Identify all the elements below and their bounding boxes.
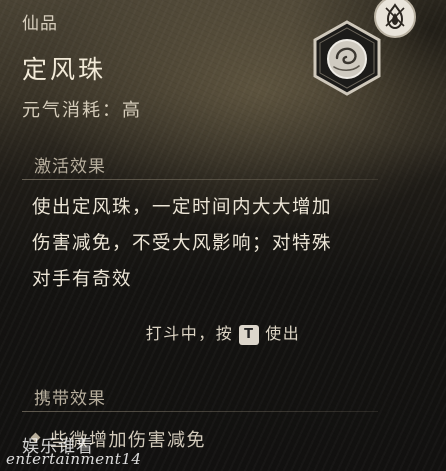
activate-desc-line: 伤害减免，不受大风影响；对特殊 (32, 233, 333, 254)
activate-desc-line: 对手有奇效 (32, 269, 133, 290)
section-divider (22, 179, 378, 180)
energy-cost: 元气消耗：高 (22, 96, 142, 122)
usage-hint-suffix: 使出 (265, 324, 301, 343)
usage-hint-prefix: 打斗中，按 (145, 324, 234, 343)
activate-effect-description: 使出定风珠，一定时间内大大增加 伤害减免，不受大风影响；对特殊 对手有奇效 (32, 190, 382, 298)
wind-pearl-icon (309, 20, 385, 96)
item-tier: 仙品 (22, 14, 58, 34)
watermark-en: entertainment14 (6, 450, 142, 468)
section-divider (22, 411, 378, 412)
activate-desc-line: 使出定风珠，一定时间内大大增加 (32, 197, 333, 218)
keybind-t-key: T (239, 325, 260, 345)
activate-effect-title: 激活效果 (34, 157, 106, 177)
item-name: 定风珠 (22, 55, 107, 84)
usage-hint: 打斗中，按 T 使出 (0, 320, 446, 345)
carry-effect-title: 携带效果 (34, 389, 106, 409)
energy-cost-value: 高 (122, 100, 142, 121)
item-tooltip-panel: 仙品 定风珠 元气消耗：高 激活效果 使出定风珠，一定时间内大大增加 伤害减免，… (0, 0, 446, 471)
energy-cost-label: 元气消耗： (22, 100, 122, 121)
